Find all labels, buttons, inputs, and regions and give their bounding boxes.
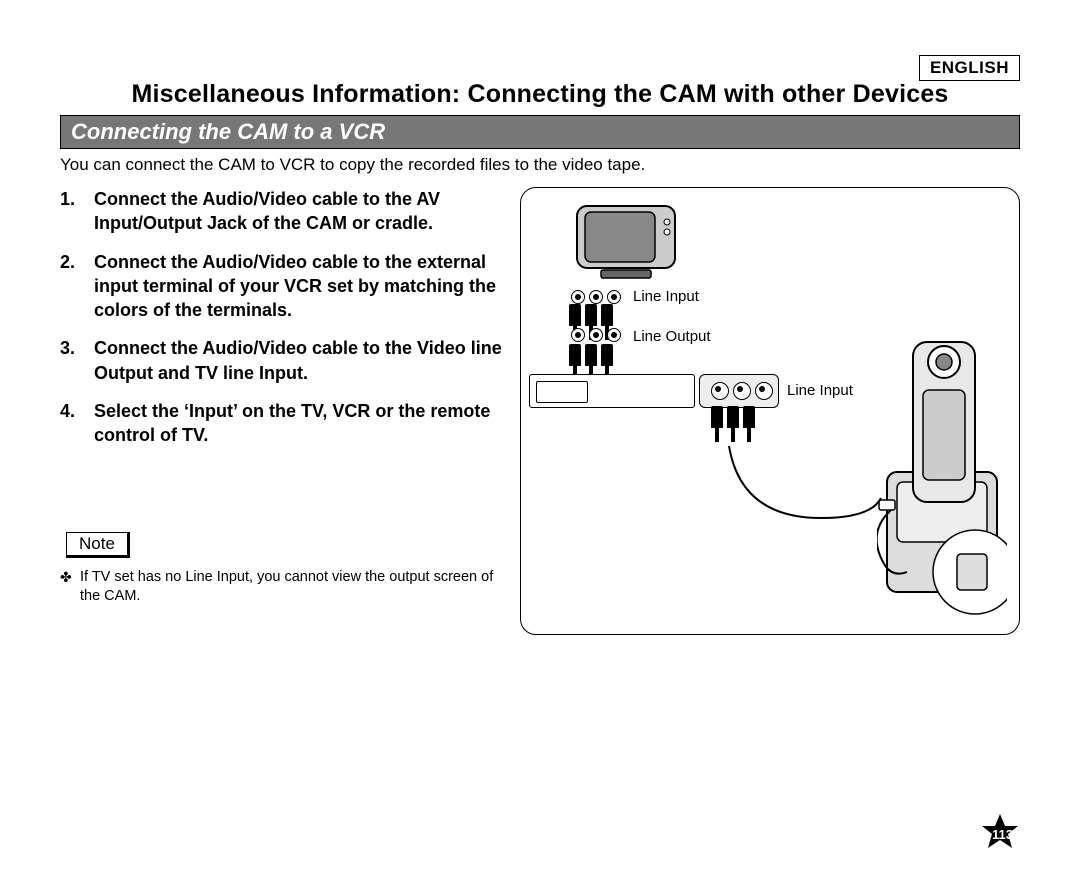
step-number: 4. (60, 399, 94, 448)
section-heading-bar: Connecting the CAM to a VCR (60, 115, 1020, 149)
step-number: 1. (60, 187, 94, 236)
section-heading: Connecting the CAM to a VCR (71, 119, 385, 144)
note-label: Note (79, 534, 115, 553)
maltese-bullet-icon: ✤ (60, 568, 80, 607)
page-number: 113 (992, 827, 1013, 842)
step-item: 3. Connect the Audio/Video cable to the … (60, 336, 502, 385)
manual-page: ENGLISH Miscellaneous Information: Conne… (0, 0, 1080, 880)
instructions-column: 1. Connect the Audio/Video cable to the … (60, 187, 502, 635)
intro-text: You can connect the CAM to VCR to copy t… (60, 155, 1020, 175)
step-text: Connect the Audio/Video cable to the AV … (94, 187, 502, 236)
page-title: Miscellaneous Information: Connecting th… (60, 80, 1020, 109)
step-item: 1. Connect the Audio/Video cable to the … (60, 187, 502, 236)
language-indicator: ENGLISH (919, 55, 1020, 81)
step-text: Connect the Audio/Video cable to the ext… (94, 250, 502, 323)
step-text: Connect the Audio/Video cable to the Vid… (94, 336, 502, 385)
step-number: 2. (60, 250, 94, 323)
note-item: ✤ If TV set has no Line Input, you canno… (60, 568, 502, 607)
step-text: Select the ‘Input’ on the TV, VCR or the… (94, 399, 502, 448)
step-item: 4. Select the ‘Input’ on the TV, VCR or … (60, 399, 502, 448)
step-item: 2. Connect the Audio/Video cable to the … (60, 250, 502, 323)
note-list: ✤ If TV set has no Line Input, you canno… (60, 568, 502, 607)
step-list: 1. Connect the Audio/Video cable to the … (60, 187, 502, 448)
note-text: If TV set has no Line Input, you cannot … (80, 568, 502, 607)
step-number: 3. (60, 336, 94, 385)
diagram-column: Line Input Line Output (520, 187, 1020, 635)
connection-diagram: Line Input Line Output (520, 187, 1020, 635)
cable-path-icon (521, 188, 1020, 635)
note-label-box: Note (66, 532, 130, 558)
